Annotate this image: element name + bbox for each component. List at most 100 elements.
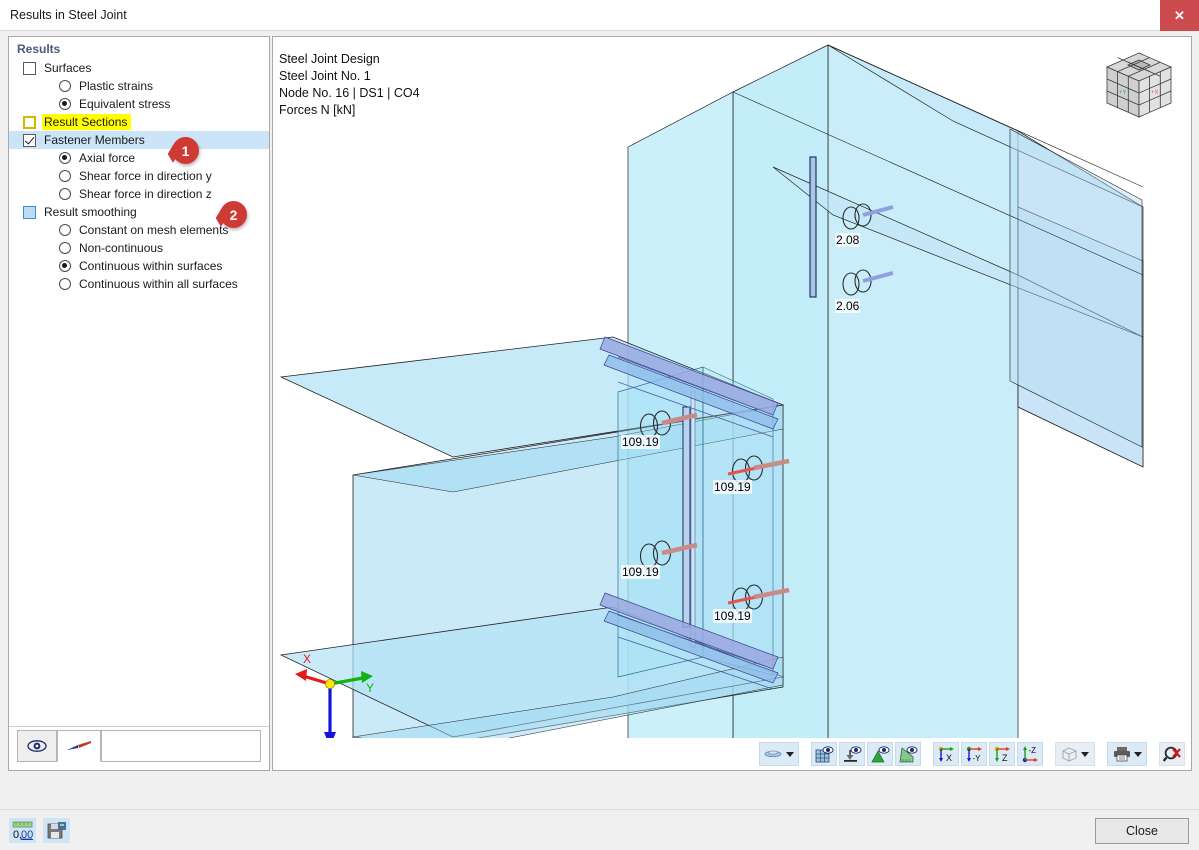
axis-x-icon[interactable]: X — [933, 742, 959, 766]
bolt-force-label: 109.19 — [621, 435, 660, 449]
cube-glyph — [1062, 747, 1077, 762]
tree-item-non-continuous[interactable]: Non-continuous — [9, 239, 269, 257]
radio-constant-on-mesh-elements[interactable] — [59, 224, 71, 236]
radio-plastic-strains[interactable] — [59, 80, 71, 92]
load-cone-eye-glyph — [870, 745, 889, 762]
axis-z-glyph: Z — [994, 746, 1010, 763]
svg-text:+X: +X — [1151, 90, 1159, 96]
tree-item-label: Surfaces — [44, 61, 92, 75]
svg-text:-Z: -Z — [1029, 746, 1037, 755]
cube-icon[interactable] — [1055, 742, 1095, 766]
support-eye-icon[interactable] — [839, 742, 865, 766]
svg-text:-Y: -Y — [973, 754, 982, 763]
tree-item-label: Continuous within surfaces — [79, 259, 223, 273]
results-tree: ˅ Surfaces Plastic strains Equivalent st… — [9, 59, 269, 293]
axis-negative-z-icon[interactable]: -Z — [1017, 742, 1043, 766]
svg-text:X: X — [946, 753, 952, 763]
status-bar: 0, 00 Close — [0, 809, 1199, 850]
load-cone-eye-icon[interactable] — [867, 742, 893, 766]
bolt-force-label: 109.19 — [621, 565, 660, 579]
tree-item-axial-force[interactable]: Axial force — [9, 149, 269, 167]
tree-item-plastic-strains[interactable]: Plastic strains — [9, 77, 269, 95]
viewport-toolbar: X -Y Z -Z — [273, 738, 1191, 770]
radio-non-continuous[interactable] — [59, 242, 71, 254]
radio-shear-force-y[interactable] — [59, 170, 71, 182]
radio-continuous-within-all-surfaces[interactable] — [59, 278, 71, 290]
save-disk-glyph — [47, 822, 66, 839]
viewport-heading-line-4: Forces N [kN] — [279, 103, 356, 117]
diagram-icon[interactable] — [57, 730, 101, 762]
ruler-eye-icon[interactable] — [895, 742, 921, 766]
tree-item-continuous-within-surfaces[interactable]: Continuous within surfaces — [9, 257, 269, 275]
chevron-down-icon[interactable] — [1133, 751, 1142, 757]
close-x-icon[interactable]: ✕ — [1160, 0, 1199, 31]
tree-item-label: Axial force — [79, 151, 136, 165]
radio-shear-force-z[interactable] — [59, 188, 71, 200]
tree-item-label: Shear force in direction z — [79, 187, 212, 201]
mesh-grid-eye-icon[interactable] — [811, 742, 837, 766]
checkbox-result-smoothing[interactable] — [23, 205, 36, 219]
checkbox-result-sections[interactable] — [23, 115, 36, 129]
tree-item-continuous-within-all-surfaces[interactable]: Continuous within all surfaces — [9, 275, 269, 293]
numeric-000-glyph: 0, 00 — [12, 821, 33, 840]
printer-icon[interactable] — [1107, 742, 1147, 766]
axis-negative-z-glyph: -Z — [1022, 745, 1038, 762]
svg-text:00: 00 — [21, 829, 33, 840]
tree-item-label: Result Sections — [42, 114, 132, 130]
radio-equivalent-stress[interactable] — [59, 98, 71, 110]
mesh-grid-eye-glyph — [815, 745, 833, 762]
tree-item-shear-force-y[interactable]: Shear force in direction y — [9, 167, 269, 185]
checkbox-fastener-members[interactable] — [23, 133, 36, 147]
tree-item-label: Non-continuous — [79, 241, 164, 255]
filter-input[interactable] — [101, 730, 261, 762]
bolt-force-label: 109.19 — [713, 480, 752, 494]
callout-badge-1: 1 — [172, 137, 199, 164]
steel-joint-3d-model: X Y Z — [279, 44, 1144, 770]
radio-axial-force[interactable] — [59, 152, 71, 164]
radio-continuous-within-surfaces[interactable] — [59, 260, 71, 272]
tree-item-surfaces[interactable]: ˅ Surfaces — [9, 59, 269, 77]
ruler-eye-glyph — [899, 745, 917, 762]
magnifier-x-icon[interactable] — [1159, 742, 1185, 766]
steel-joint-results-dialog: Results in Steel Joint ✕ Results ˅ Surfa… — [0, 0, 1199, 850]
model-viewport[interactable]: X Y Z Steel Joint Design Steel Joint No.… — [272, 36, 1192, 771]
diagram-icon-glyph — [67, 741, 91, 750]
checkbox-surfaces[interactable] — [23, 61, 36, 75]
axis-negative-y-icon[interactable]: -Y — [961, 742, 987, 766]
save-disk-icon[interactable] — [43, 818, 70, 843]
tree-item-label: Shear force in direction y — [79, 169, 212, 183]
results-panel: Results ˅ Surfaces Plastic strains Equiv… — [8, 36, 270, 771]
support-eye-glyph — [843, 745, 861, 762]
svg-text:Z: Z — [1002, 753, 1008, 763]
viewport-heading-line-1: Steel Joint Design — [279, 52, 380, 66]
tree-item-result-sections[interactable]: Result Sections — [9, 113, 269, 131]
render-shading-icon[interactable] — [759, 742, 799, 766]
tree-item-label: Result smoothing — [44, 205, 137, 219]
tree-item-equivalent-stress[interactable]: Equivalent stress — [9, 95, 269, 113]
svg-text:X: X — [303, 652, 311, 666]
bolt-force-label: 109.19 — [713, 609, 752, 623]
panel-bottom-tabs — [9, 726, 269, 770]
eye-icon[interactable] — [17, 730, 57, 762]
chevron-down-icon[interactable] — [1081, 751, 1089, 757]
chevron-down-icon[interactable] — [786, 751, 794, 757]
bolt-force-label: 2.06 — [835, 299, 861, 313]
eye-icon-glyph — [27, 740, 47, 752]
window-title: Results in Steel Joint — [10, 8, 127, 22]
numeric-000-icon[interactable]: 0, 00 — [9, 818, 36, 843]
tree-item-label: Equivalent stress — [79, 97, 171, 111]
axis-x-glyph: X — [938, 746, 954, 763]
tree-item-label: Plastic strains — [79, 79, 154, 93]
tree-item-fastener-members[interactable]: ˅ Fastener Members — [9, 131, 269, 149]
close-button[interactable]: Close — [1095, 818, 1189, 844]
results-panel-header: Results — [17, 42, 61, 56]
svg-text:+Y: +Y — [1119, 90, 1127, 96]
axis-negative-y-glyph: -Y — [966, 746, 982, 763]
svg-text:Y: Y — [366, 681, 374, 695]
tree-item-label: Continuous within all surfaces — [79, 277, 238, 291]
view-cube-icon[interactable]: +Y +X — [1097, 47, 1181, 131]
printer-glyph — [1113, 747, 1130, 762]
axis-z-icon[interactable]: Z — [989, 742, 1015, 766]
viewport-heading-line-2: Steel Joint No. 1 — [279, 69, 371, 83]
tree-item-label: Fastener Members — [44, 133, 145, 147]
